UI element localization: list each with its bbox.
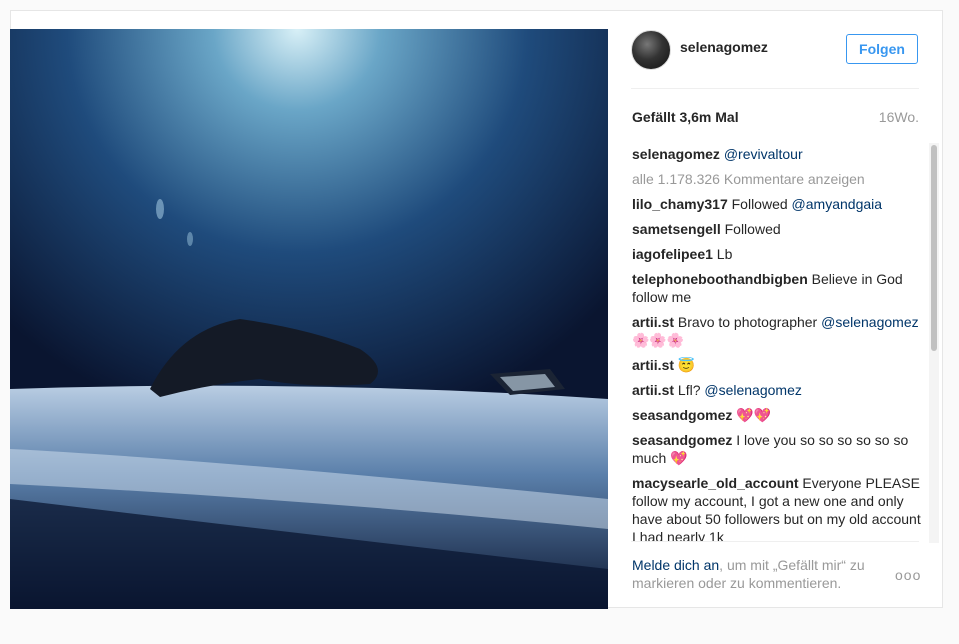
comment-username[interactable]: seasandgomez <box>632 432 732 448</box>
comment-username[interactable]: artii.st <box>632 382 674 398</box>
comment-item: telephoneboothandbigben Believe in God f… <box>632 270 922 306</box>
avatar[interactable] <box>631 30 671 70</box>
comment-username[interactable]: iagofelipee1 <box>632 246 713 262</box>
comment-emoji: 💖💖 <box>736 407 772 423</box>
comment-emoji: 😇 <box>677 357 696 373</box>
login-link[interactable]: Melde dich an <box>632 557 719 573</box>
comment-text: Lfl? <box>674 382 705 398</box>
comment-username[interactable]: seasandgomez <box>632 407 732 423</box>
comment-emoji: 💖 <box>670 450 688 466</box>
comment-text: Followed <box>720 221 781 237</box>
comment-item: artii.st Bravo to photographer @selenago… <box>632 313 922 349</box>
scrollbar-thumb[interactable] <box>931 145 937 351</box>
comment-item: sametsengell Followed <box>632 220 922 238</box>
divider <box>631 88 919 89</box>
caption-mention[interactable]: @revivaltour <box>724 146 803 162</box>
comments-scrollbar[interactable] <box>929 143 939 543</box>
comment-item: iagofelipee1 Lb <box>632 245 922 263</box>
caption-username[interactable]: selenagomez <box>632 146 720 162</box>
comment-text: Followed <box>727 196 792 212</box>
caption: selenagomez @revivaltour <box>632 145 922 163</box>
post-age[interactable]: 16Wo. <box>879 109 919 125</box>
login-prompt: Melde dich an, um mit „Gefällt mir“ zu m… <box>632 556 892 592</box>
comment-text: Lb <box>712 246 733 262</box>
comment-emoji: 🌸🌸🌸 <box>632 332 685 348</box>
comment-username[interactable]: lilo_chamy317 <box>632 196 728 212</box>
likes-count: Gefällt 3,6m Mal <box>632 109 739 125</box>
comment-list: selenagomez @revivaltour alle 1.178.326 … <box>632 145 922 541</box>
comment-item: macysearle_old_account Everyone PLEASE f… <box>632 474 922 541</box>
more-options-icon[interactable]: ooo <box>895 567 921 583</box>
comment-username[interactable]: artii.st <box>632 357 674 373</box>
comment-mention[interactable]: @amyandgaia <box>792 196 883 212</box>
post-header: selenagomez Folgen <box>608 10 943 88</box>
comment-text: Bravo to photographer <box>674 314 822 330</box>
comment-username[interactable]: sametsengell <box>632 221 721 237</box>
post-photo[interactable] <box>10 29 608 609</box>
post-username[interactable]: selenagomez <box>680 39 768 55</box>
stage-photo-image <box>10 29 608 609</box>
comment-item: artii.st 😇 <box>632 356 922 374</box>
follow-button[interactable]: Folgen <box>846 34 918 64</box>
comment-mention[interactable]: @selenagomez <box>704 382 802 398</box>
comment-item: artii.st Lfl? @selenagomez <box>632 381 922 399</box>
comment-username[interactable]: artii.st <box>632 314 674 330</box>
comment-item: seasandgomez I love you so so so so so s… <box>632 431 922 467</box>
divider <box>631 541 919 542</box>
comment-item: lilo_chamy317 Followed @amyandgaia <box>632 195 922 213</box>
load-more-comments-link[interactable]: alle 1.178.326 Kommentare anzeigen <box>632 170 922 188</box>
comment-username[interactable]: macysearle_old_account <box>632 475 799 491</box>
comment-item: seasandgomez 💖💖 <box>632 406 922 424</box>
comment-username[interactable]: telephoneboothandbigben <box>632 271 808 287</box>
post-sidebar: selenagomez Folgen Gefällt 3,6m Mal 16Wo… <box>608 10 943 608</box>
comment-mention[interactable]: @selenagomez <box>821 314 919 330</box>
